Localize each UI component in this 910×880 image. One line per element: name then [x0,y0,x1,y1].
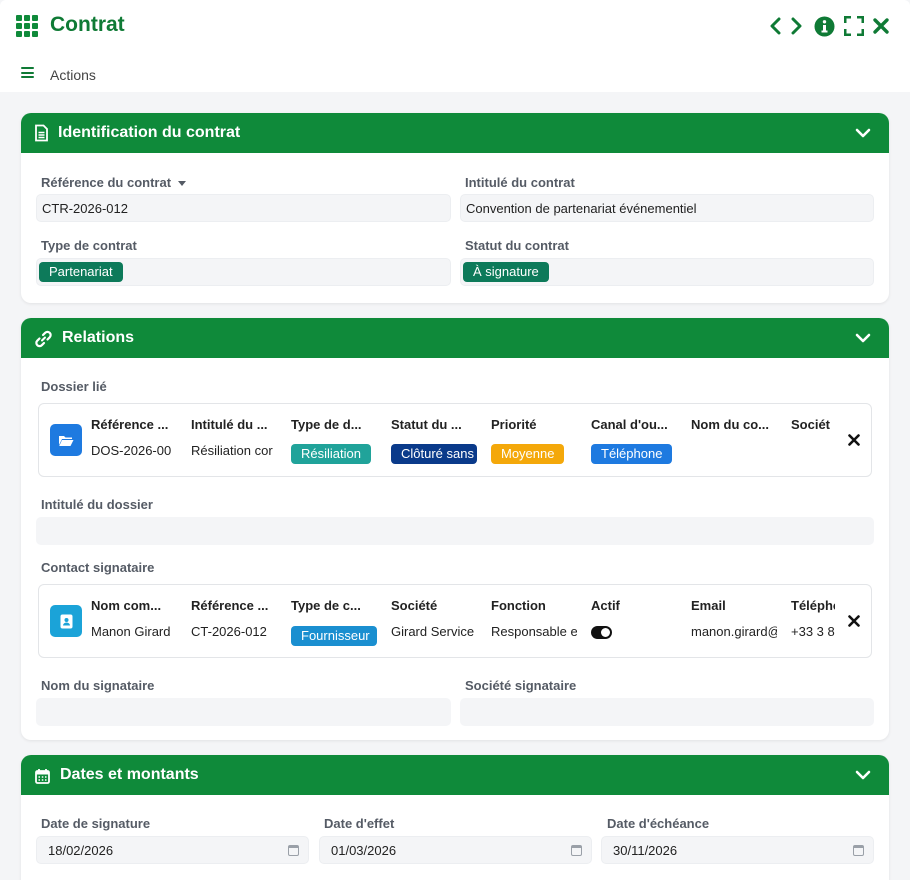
contact-col-head: Référence ... [191,598,269,613]
contact-col-head: Fonction [491,598,546,613]
dossier-card[interactable]: Référence ... Intitulé du ... Type de d.… [38,403,872,477]
contact-col-head: Type de c... [291,598,361,613]
statut-contrat-label: Statut du contrat [465,238,569,253]
contact-col-head: Email [691,598,726,613]
contact-card-icon [50,605,82,637]
contract-window: Contrat Actions Identification du contra… [0,0,910,880]
calendar-icon[interactable] [571,845,582,856]
contact-card[interactable]: Nom com... Référence ... Type de c... So… [38,584,872,658]
chevron-down-icon[interactable] [855,330,871,346]
date-effet-value: 01/03/2026 [331,843,397,858]
statut-contrat-field[interactable]: À signature [460,258,874,286]
contact-col-head: Télépho [791,598,835,613]
dossier-reference: DOS-2026-00 [91,443,172,458]
menu-icon[interactable] [21,67,34,78]
calendar-icon[interactable] [288,845,299,856]
date-signature-field[interactable]: 18/02/2026 [36,836,309,864]
contact-societe: Girard Service [391,624,475,639]
document-icon [35,124,48,142]
type-contrat-tag: Partenariat [39,262,123,282]
caret-down-icon[interactable] [178,181,187,187]
chevron-down-icon[interactable] [855,767,871,783]
societe-signataire-field[interactable] [460,698,874,726]
calendar-icon[interactable] [853,845,864,856]
dossier-col-head: Référence ... [91,417,169,432]
actions-bar: Actions [0,52,910,92]
contact-col-head: Actif [591,598,620,613]
ref-contrat-field[interactable]: CTR-2026-012 [36,194,451,222]
date-echeance-value: 30/11/2026 [613,843,678,858]
remove-dossier-button[interactable] [845,431,863,449]
contact-col-head: Société [391,598,438,613]
contact-nom: Manon Girard [91,624,171,639]
type-contrat-label: Type de contrat [41,238,137,253]
contact-email: manon.girard@ [691,624,777,639]
date-effet-field[interactable]: 01/03/2026 [319,836,592,864]
statut-contrat-tag: À signature [463,262,549,282]
dossier-col-head: Type de d... [291,417,362,432]
remove-contact-button[interactable] [845,612,863,630]
contact-telephone: +33 3 8 [791,624,835,639]
contact-col-head: Nom com... [91,598,162,613]
relations-title: Relations [62,329,135,346]
nom-signataire-label: Nom du signataire [41,678,155,693]
link-icon [35,330,52,348]
intitule-contrat-field[interactable]: Convention de partenariat événementiel [460,194,874,222]
date-echeance-field[interactable]: 30/11/2026 [601,836,874,864]
folder-icon [50,424,82,456]
fullscreen-icon[interactable] [843,14,865,38]
window-title: Contrat [50,13,125,36]
dossier-canal-tag: Téléphone [591,444,673,464]
dossier-col-head: Sociét [791,417,831,432]
grid-icon[interactable] [16,15,40,37]
identification-panel: Identification du contrat Référence du c… [21,113,889,303]
contact-signataire-label: Contact signataire [41,560,155,575]
dossier-col-head: Priorité [491,417,537,432]
intitule-dossier-label: Intitulé du dossier [41,497,153,512]
contact-actif-toggle[interactable] [591,626,612,639]
actions-menu[interactable]: Actions [50,67,96,83]
close-icon [848,615,860,627]
contact-type-tag: Fournisseur [291,626,377,646]
close-icon [848,434,860,446]
dossier-statut-tag: Clôturé sans [391,444,477,464]
relations-panel: Relations Dossier lié Référence ... Inti… [21,318,889,740]
date-signature-value: 18/02/2026 [48,843,114,858]
close-icon[interactable] [870,14,892,38]
contact-reference: CT-2026-012 [191,624,267,639]
identification-panel-header[interactable]: Identification du contrat [21,113,889,153]
info-icon[interactable] [813,14,835,38]
dossier-col-head: Canal d'ou... [591,417,668,432]
intitule-dossier-field[interactable] [36,517,874,545]
dossier-intitule: Résiliation cor [191,443,273,458]
dates-title: Dates et montants [60,766,199,783]
dates-panel: Dates et montants Date de signature 18/0… [21,755,889,880]
identification-title: Identification du contrat [58,124,241,141]
chevron-right-icon[interactable] [786,14,808,38]
title-bar: Contrat [0,0,910,52]
chevron-left-icon[interactable] [764,14,786,38]
dossier-type-tag: Résiliation [291,444,371,464]
societe-signataire-label: Société signataire [465,678,577,693]
dates-panel-header[interactable]: Dates et montants [21,755,889,795]
dossier-col-head: Statut du ... [391,417,462,432]
ref-contrat-label[interactable]: Référence du contrat [41,175,187,190]
dossier-priorite-tag: Moyenne [491,444,565,464]
dossier-col-head: Nom du co... [691,417,769,432]
dossier-col-head: Intitulé du ... [191,417,268,432]
date-echeance-label: Date d'échéance [607,816,710,831]
dossier-lie-label: Dossier lié [41,379,107,394]
intitule-contrat-label: Intitulé du contrat [465,175,575,190]
chevron-down-icon[interactable] [855,125,871,141]
date-signature-label: Date de signature [41,816,151,831]
contact-fonction: Responsable e [491,624,577,639]
type-contrat-field[interactable]: Partenariat [36,258,451,286]
nom-signataire-field[interactable] [36,698,451,726]
date-effet-label: Date d'effet [324,816,395,831]
relations-panel-header[interactable]: Relations [21,318,889,358]
calendar-icon [35,769,50,784]
